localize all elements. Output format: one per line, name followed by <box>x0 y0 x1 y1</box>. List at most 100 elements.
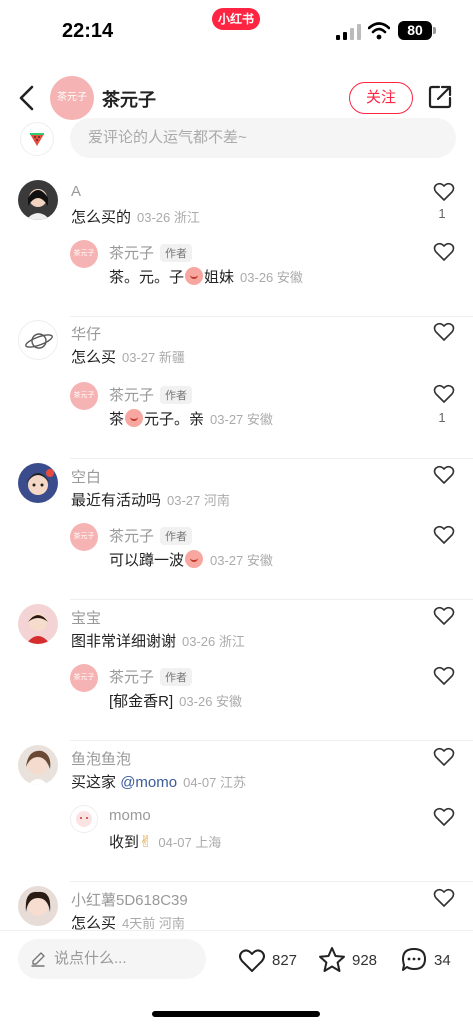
reply[interactable]: 茶元子 茶元子 作者 [郁金香R] 03-26 安徽 <box>0 662 473 724</box>
heart-icon[interactable] <box>433 666 455 686</box>
clock: 22:14 <box>62 20 114 42</box>
reply-date: 03-26 <box>179 694 213 709</box>
mention-link[interactable]: @momo <box>120 774 177 791</box>
comment[interactable]: 华仔 怎么买 03-27 新疆 <box>0 316 473 378</box>
comment-username[interactable]: 空白 <box>71 466 101 487</box>
peach-emoji-icon <box>185 267 204 285</box>
reply[interactable]: 茶元子 茶元子 作者 茶元子。亲 03-27 安徽 1 <box>0 380 473 442</box>
comment-text: 怎么买的 03-26 浙江 <box>71 206 200 227</box>
user-avatar[interactable] <box>18 745 58 785</box>
user-avatar[interactable] <box>18 180 58 220</box>
reply-body-b: 元子。亲 <box>144 411 205 428</box>
like-button[interactable]: 827 <box>238 945 297 975</box>
heart-icon[interactable] <box>433 465 455 485</box>
heart-icon[interactable] <box>433 384 455 404</box>
comment[interactable]: 宝宝 图非常详细谢谢 03-26 浙江 <box>0 600 473 662</box>
reply-text: 茶。元。子 姐妹 03-26 安徽 <box>109 266 303 287</box>
user-avatar[interactable] <box>18 320 58 360</box>
reply-username[interactable]: 茶元子 作者 <box>109 242 193 263</box>
peach-emoji-icon <box>185 550 204 568</box>
comment-username[interactable]: 华仔 <box>71 323 101 344</box>
heart-icon[interactable] <box>433 182 455 202</box>
reply-username[interactable]: 茶元子 作者 <box>109 384 193 405</box>
reply-name: momo <box>109 807 151 824</box>
reply-name: 茶元子 <box>109 245 155 262</box>
reply-date: 03-27 <box>210 553 244 568</box>
comment-text: 最近有活动吗 03-27 河南 <box>71 489 230 510</box>
reply-name: 茶元子 <box>109 528 155 545</box>
ok-hand-emoji-icon: ✌ <box>139 834 153 851</box>
comment-body: 图非常详细谢谢 <box>71 633 177 650</box>
reply-username[interactable]: 茶元子 作者 <box>109 666 193 687</box>
collect-button[interactable]: 928 <box>318 945 377 975</box>
reply-region: 安徽 <box>246 553 273 568</box>
like-count: 1 <box>438 206 446 221</box>
reply[interactable]: 茶元子 茶元子 作者 可以蹲一波 03-27 安徽 <box>0 521 473 583</box>
reply-body-a: 茶 <box>109 411 125 428</box>
user-avatar[interactable] <box>18 463 58 503</box>
comment-username[interactable]: A <box>71 183 81 200</box>
reply-meta: 03-26 安徽 <box>240 270 303 285</box>
author-reply-avatar[interactable]: 茶元子 <box>70 240 98 268</box>
comment-region: 河南 <box>158 916 185 931</box>
comment-date: 4天前 <box>122 916 156 931</box>
share-icon[interactable] <box>427 84 453 110</box>
author-name[interactable]: 茶元子 <box>102 86 156 112</box>
comment-region: 河南 <box>203 493 230 508</box>
author-tag: 作者 <box>160 668 193 686</box>
author-reply-avatar[interactable]: 茶元子 <box>70 523 98 551</box>
heart-icon[interactable] <box>433 525 455 545</box>
heart-icon[interactable] <box>433 322 455 342</box>
reply-date: 03-26 <box>240 270 274 285</box>
reply-username[interactable]: 茶元子 作者 <box>109 525 193 546</box>
comment-text: 买这家 @momo 04-07 江苏 <box>71 771 246 792</box>
comment-username[interactable]: 小红薯5D618C39 <box>71 889 188 910</box>
comment[interactable]: 空白 最近有活动吗 03-27 河南 <box>0 459 473 521</box>
comment-bubble-icon <box>402 948 426 971</box>
reply-name: 茶元子 <box>109 387 155 404</box>
reply-body-a: 收到 <box>109 834 140 851</box>
heart-icon[interactable] <box>433 747 455 767</box>
comment-region: 浙江 <box>218 634 245 649</box>
reply-date: 04-07 <box>158 835 192 850</box>
follow-button[interactable]: 关注 <box>349 82 413 114</box>
cellular-signal-icon <box>336 24 361 40</box>
author-avatar[interactable]: 茶元子 <box>50 76 94 120</box>
star-icon <box>319 947 345 972</box>
reply-region: 安徽 <box>276 270 303 285</box>
user-avatar[interactable] <box>18 604 58 644</box>
author-reply-avatar[interactable]: 茶元子 <box>70 664 98 692</box>
home-indicator[interactable] <box>152 1011 320 1017</box>
comment-input[interactable]: 说点什么... <box>18 939 206 979</box>
reply[interactable]: momo 收到✌ 04-07 上海 <box>0 803 473 865</box>
heart-icon[interactable] <box>433 807 455 827</box>
comment-username[interactable]: 鱼泡鱼泡 <box>71 748 131 769</box>
reply[interactable]: 茶元子 茶元子 作者 茶。元。子 姐妹 03-26 安徽 <box>0 238 473 300</box>
reply-meta: 04-07 上海 <box>158 835 221 850</box>
heart-icon[interactable] <box>433 606 455 626</box>
comment[interactable]: A 怎么买的 03-26 浙江 1 <box>0 176 473 238</box>
heart-icon[interactable] <box>433 242 455 262</box>
comment[interactable]: 鱼泡鱼泡 买这家 @momo 04-07 江苏 <box>0 741 473 803</box>
user-avatar[interactable] <box>18 886 58 926</box>
back-icon[interactable] <box>14 84 40 112</box>
comment-input[interactable]: 爱评论的人运气都不差~ <box>70 118 456 158</box>
reply-region: 安徽 <box>246 412 273 427</box>
status-bar: 22:14 小红书 80 <box>0 0 473 62</box>
comment-body: 最近有活动吗 <box>71 492 162 509</box>
reply-username[interactable]: momo <box>109 807 151 824</box>
comment-region: 江苏 <box>219 775 246 790</box>
comment-username[interactable]: 宝宝 <box>71 607 101 628</box>
reply-name: 茶元子 <box>109 669 155 686</box>
comment-meta: 03-27 新疆 <box>122 350 185 365</box>
author-reply-avatar[interactable]: 茶元子 <box>70 382 98 410</box>
comment-thread: 鱼泡鱼泡 买这家 @momo 04-07 江苏 momo 收到✌ 04-07 上海 <box>0 741 473 882</box>
comment-date: 03-27 <box>122 350 156 365</box>
watermelon-avatar-icon <box>20 122 54 156</box>
comment-body: 买这家 <box>71 774 117 791</box>
comment-count: 34 <box>434 951 451 969</box>
comment-button[interactable]: 34 <box>400 945 451 975</box>
user-avatar[interactable] <box>70 805 98 833</box>
heart-icon[interactable] <box>433 888 455 908</box>
comment-date: 03-26 <box>182 634 216 649</box>
